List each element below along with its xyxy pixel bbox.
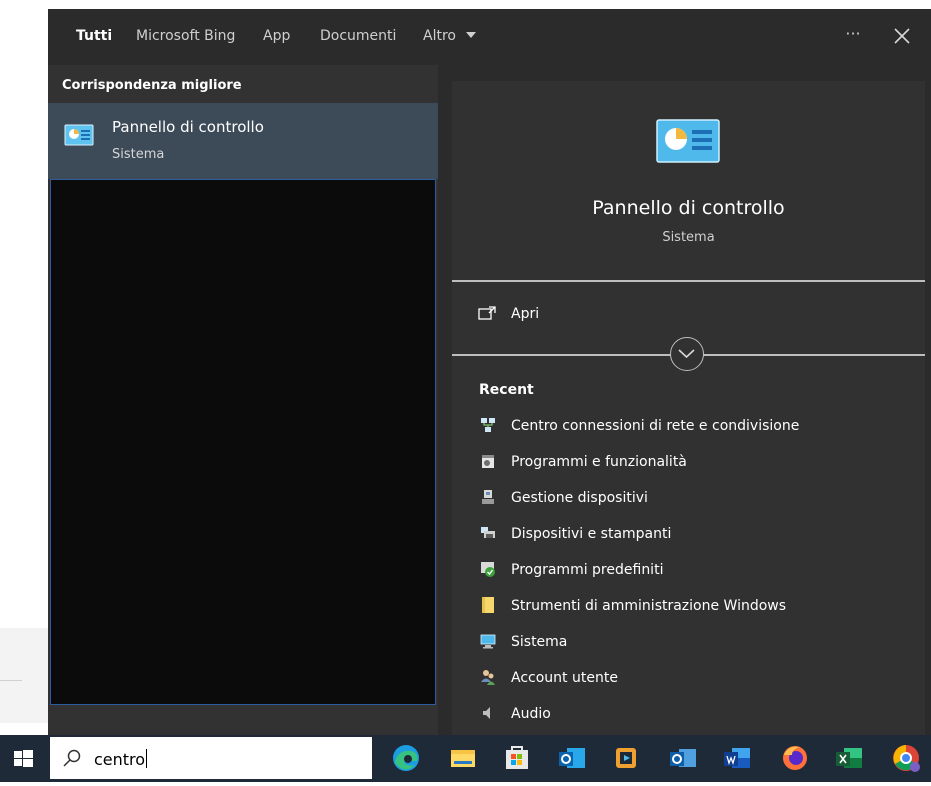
recent-item-label: Programmi e funzionalità [511,454,687,470]
folder-icon [482,597,494,613]
excel-app[interactable] [832,741,866,775]
recent-item-audio[interactable]: Audio [452,699,925,729]
recent-item-user-accounts[interactable]: Account utente [452,663,925,693]
tab-all[interactable]: Tutti [76,28,112,44]
search-panel: Tutti Microsoft Bing App Documenti Altro… [48,9,931,735]
preview-divider [452,280,925,282]
tab-apps[interactable]: App [263,28,290,44]
search-tabs: Tutti Microsoft Bing App Documenti Altro… [48,9,931,65]
taskbar-search-input[interactable]: centro [50,737,372,779]
edge-app[interactable] [389,741,423,775]
firefox-icon [783,746,807,770]
audio-icon [483,707,490,719]
network-icon [481,418,495,432]
media-player-app[interactable] [609,741,643,775]
tab-more-label: Altro [423,28,456,44]
recent-item-programs[interactable]: Programmi e funzionalità [452,447,925,477]
recent-item-device-manager[interactable]: Gestione dispositivi [452,483,925,513]
programs-icon [482,455,494,468]
open-icon [478,306,496,320]
best-match-result[interactable]: Pannello di controllo Sistema [48,103,438,179]
outlook-app[interactable] [555,741,589,775]
users-icon [481,670,495,685]
printer-icon [481,527,495,538]
file-explorer-app[interactable] [446,741,480,775]
background-divider [0,680,22,681]
best-match-name: Pannello di controllo [112,118,264,136]
store-icon [506,746,528,769]
store-app[interactable] [500,741,534,775]
recent-item-default-programs[interactable]: Programmi predefiniti [452,555,925,585]
recent-item-label: Dispositivi e stampanti [511,526,672,542]
results-column: Corrispondenza migliore Pannello di cont… [48,65,438,735]
outlook-new-app[interactable] [666,741,700,775]
tab-bing[interactable]: Microsoft Bing [136,28,235,44]
preview-category: Sistema [662,230,715,245]
best-match-category: Sistema [112,147,165,162]
caret-down-icon [466,32,477,38]
open-label: Apri [511,306,540,322]
open-action[interactable]: Apri [452,296,925,332]
recent-item-label: Audio [511,706,551,722]
word-app[interactable] [720,741,754,775]
recent-item-printers[interactable]: Dispositivi e stampanti [452,519,925,549]
recent-item-network[interactable]: Centro connessioni di rete e condivision… [452,411,925,441]
media-player-icon [616,748,636,768]
recent-item-admin-tools[interactable]: Strumenti di amministrazione Windows [452,591,925,621]
results-blank-area [50,179,436,705]
word-icon [724,748,750,768]
text-caret [146,749,148,768]
recent-item-label: Strumenti di amministrazione Windows [511,598,787,614]
recent-item-label: Account utente [511,670,618,686]
device-manager-icon [482,490,494,504]
windows-logo-icon [14,750,33,767]
recent-item-system[interactable]: Sistema [452,627,925,657]
outlook-new-icon [670,749,696,767]
search-icon [63,749,81,767]
close-icon [894,28,910,44]
tab-more[interactable]: Altro [423,28,477,44]
control-panel-icon [64,124,94,146]
outlook-icon [559,748,585,768]
edge-icon [393,745,419,771]
control-panel-large-icon [656,119,720,163]
best-match-heading: Corrispondenza migliore [62,78,242,93]
recent-heading: Recent [479,382,534,398]
start-button[interactable] [0,735,46,782]
preview-title: Pannello di controllo [592,197,785,219]
file-explorer-icon [451,750,475,767]
chevron-down-icon [678,349,695,359]
background-window [0,628,50,723]
search-query-text: centro [94,749,148,769]
expand-button[interactable] [670,337,704,371]
excel-icon [836,748,862,768]
preview-pane: Pannello di controllo Sistema Apri Recen… [452,81,925,735]
chrome-icon [893,745,920,772]
more-options-button[interactable]: ··· [842,24,864,48]
chrome-app[interactable] [889,741,923,775]
default-programs-icon [481,562,495,577]
close-button[interactable] [890,23,914,49]
firefox-app[interactable] [778,741,812,775]
recent-item-label: Gestione dispositivi [511,490,648,506]
system-icon [480,634,496,649]
search-query-value: centro [94,750,146,769]
tab-documents[interactable]: Documenti [320,28,396,44]
recent-item-label: Programmi predefiniti [511,562,664,578]
recent-item-label: Sistema [511,634,568,650]
taskbar: centro [0,735,931,782]
ellipsis-icon: ··· [845,24,861,43]
recent-item-label: Centro connessioni di rete e condivision… [511,418,800,434]
